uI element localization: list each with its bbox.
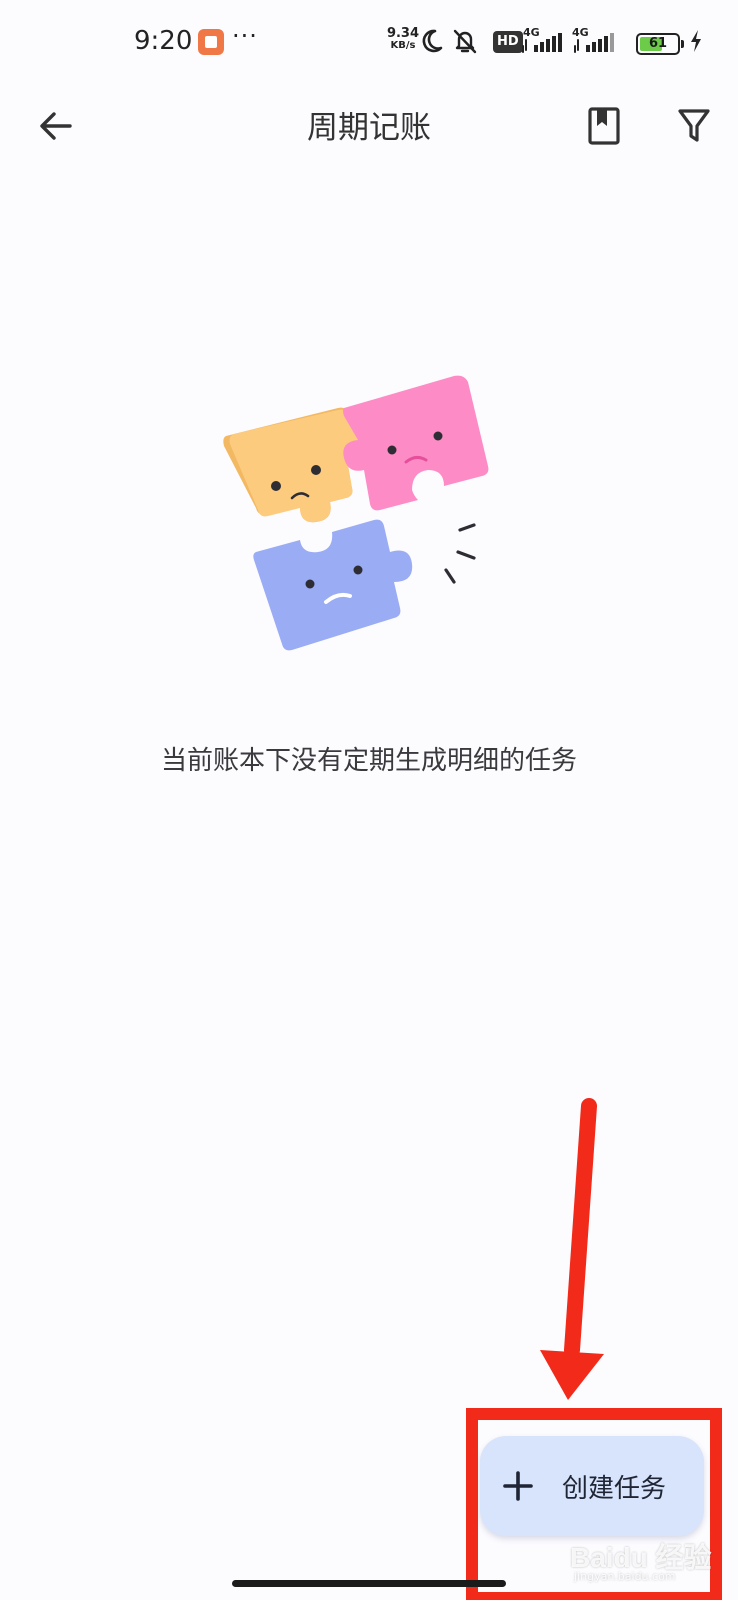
puzzle-piece-pink	[343, 375, 489, 511]
status-time: 9:20	[134, 26, 193, 56]
watermark-site: jingyan.baidu.com	[574, 1570, 676, 1583]
signal-icon	[574, 33, 614, 53]
status-bar: 9:20 ··· 9.34 KB/s HD 4G 4G 61	[0, 0, 738, 86]
hd-voice-badge: HD	[493, 31, 523, 53]
ledger-book-button[interactable]	[578, 98, 630, 154]
empty-state-message: 当前账本下没有定期生成明细的任务	[160, 746, 577, 776]
filter-button[interactable]	[668, 98, 720, 154]
book-icon	[588, 107, 620, 145]
battery-icon: 61	[636, 33, 684, 55]
motion-lines	[444, 523, 476, 584]
sad-puzzle-pieces-illustration	[223, 375, 489, 651]
network-speed-value: 9.34	[386, 26, 420, 41]
network-speed: 9.34 KB/s	[386, 26, 420, 52]
bell-off-icon	[453, 29, 477, 54]
moon-icon	[422, 29, 443, 53]
screen: 9:20 ··· 9.34 KB/s HD 4G 4G 61 周期记账 当前账本…	[0, 0, 738, 1600]
top-app-bar: 周期记账	[0, 86, 738, 166]
puzzle-piece-blue	[253, 519, 413, 651]
signal-icon	[522, 33, 562, 53]
battery-level: 61	[648, 36, 668, 51]
app-notification-icon	[198, 29, 224, 55]
home-indicator[interactable]	[232, 1580, 506, 1587]
annotation-arrow	[540, 1098, 604, 1400]
charging-bolt-icon	[691, 30, 701, 52]
more-notifications-indicator: ···	[232, 22, 258, 50]
network-speed-unit: KB/s	[390, 40, 416, 51]
filter-icon	[678, 109, 710, 142]
puzzle-piece-yellow	[223, 407, 365, 523]
baidu-watermark: Baidu 经验 jingyan.baidu.com	[570, 1530, 730, 1590]
